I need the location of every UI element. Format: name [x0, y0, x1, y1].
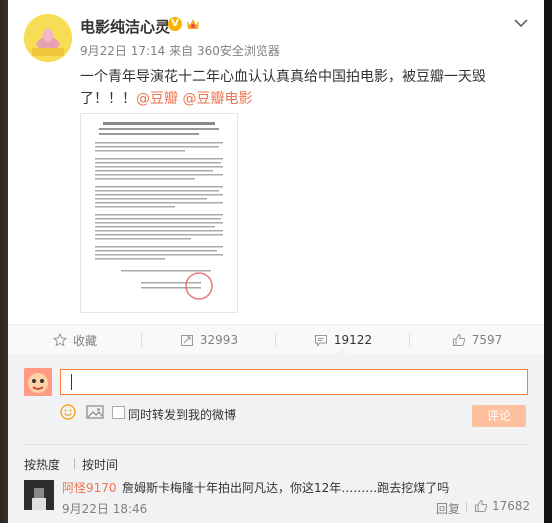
post-time[interactable]: 9月22日 17:14 — [80, 44, 165, 58]
like-count: 7597 — [471, 333, 503, 347]
divider — [24, 444, 528, 445]
repost-checkbox-label[interactable]: 同时转发到我的微博 — [128, 406, 236, 423]
comment-text: 詹姆斯卡梅隆十年拍出阿凡达，你这12年………跑去挖煤了吗 — [122, 481, 450, 495]
sort-by-hot-tab[interactable]: 按热度 — [24, 456, 60, 473]
post-source: 来自 360安全浏览器 — [169, 44, 280, 58]
image-icon[interactable] — [86, 404, 104, 420]
sort-by-time-tab[interactable]: 按时间 — [82, 456, 118, 473]
favorite-label: 收藏 — [72, 333, 97, 348]
post-image-thumbnail[interactable] — [80, 113, 238, 313]
mention-link[interactable]: @豆瓣 — [136, 91, 178, 107]
repost-count: 32993 — [199, 333, 239, 347]
comment-section: 同时转发到我的微博 评论 按热度 按时间 阿怪9170 詹姆斯卡梅隆十年拍出阿凡… — [8, 354, 544, 523]
thumb-up-icon — [452, 333, 465, 346]
comment-button[interactable]: 19122 — [276, 325, 410, 356]
current-user-avatar[interactable] — [24, 368, 52, 396]
thumb-up-icon — [475, 499, 488, 512]
repost-icon — [180, 335, 193, 346]
emoji-icon[interactable] — [60, 404, 76, 420]
comment-count: 19122 — [333, 333, 373, 347]
star-icon — [52, 333, 67, 347]
favorite-button[interactable]: 收藏 — [8, 325, 142, 355]
author-avatar[interactable] — [24, 14, 72, 62]
sort-divider — [74, 458, 75, 469]
comment-input[interactable] — [60, 369, 528, 395]
comment-like-button[interactable]: 17682 — [474, 499, 530, 513]
repost-button[interactable]: 32993 — [142, 325, 276, 355]
like-button[interactable]: 7597 — [410, 325, 544, 355]
text-caret — [71, 374, 72, 390]
comment-action-divider — [466, 502, 467, 513]
commenter-name[interactable]: 阿怪9170 — [62, 479, 117, 496]
post-meta: 9月22日 17:14 来自 360安全浏览器 — [80, 42, 280, 59]
comment-like-count: 17682 — [492, 499, 531, 513]
mention-link[interactable]: @豆瓣电影 — [182, 91, 252, 107]
repost-checkbox[interactable] — [112, 406, 125, 419]
commenter-avatar[interactable] — [24, 480, 54, 510]
member-icon[interactable] — [185, 17, 201, 31]
submit-comment-button[interactable]: 评论 — [472, 405, 526, 427]
post-text: 一个青年导演花十二年心血认认真真给中国拍电影，被豆瓣一天毁了！！！@豆瓣 @豆瓣… — [80, 66, 530, 110]
comment-time: 9月22日 18:46 — [62, 502, 148, 516]
comment-icon — [314, 335, 327, 347]
chevron-down-icon[interactable] — [514, 18, 528, 28]
reply-button[interactable]: 回复 — [436, 500, 460, 517]
weibo-post-card: 电影纯洁心灵 V 9月22日 17:14 来自 360安全浏览器 一个青年导演花… — [8, 0, 544, 523]
post-action-bar: 收藏 32993 19122 7597 — [8, 324, 544, 356]
verified-icon[interactable]: V — [168, 17, 182, 31]
author-name[interactable]: 电影纯洁心灵 — [80, 16, 170, 37]
